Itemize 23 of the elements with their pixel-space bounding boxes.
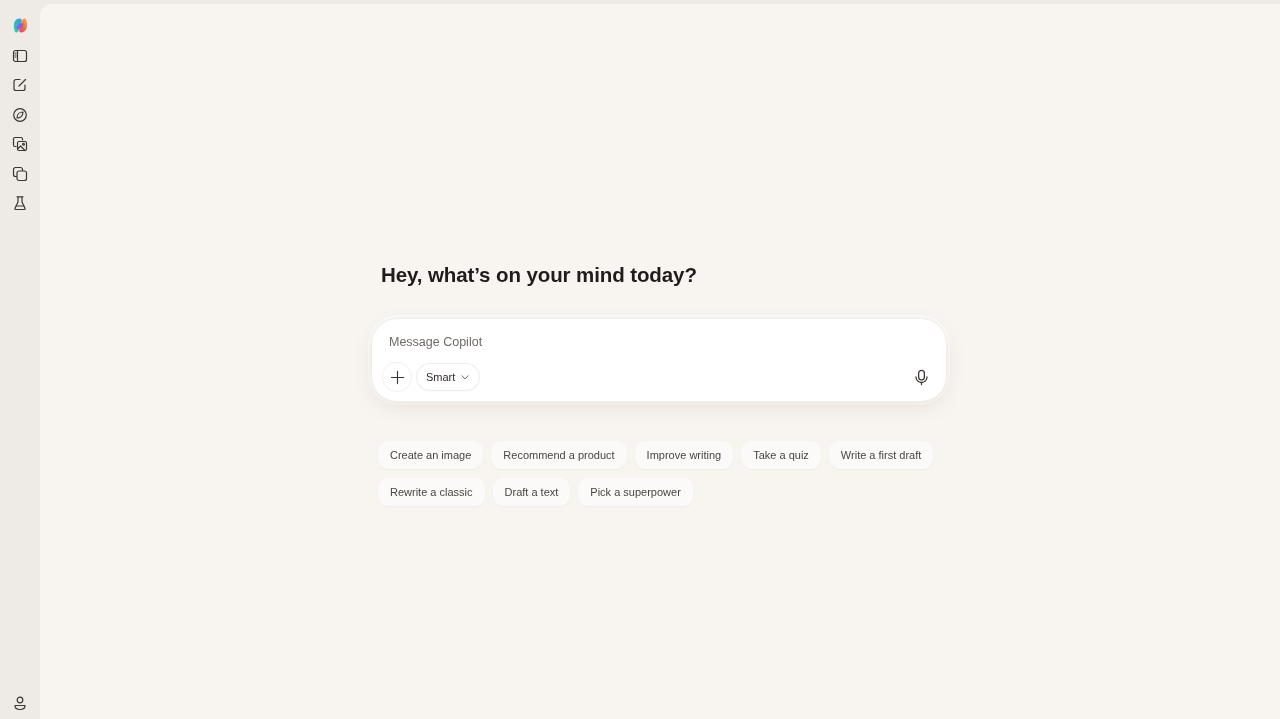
compose-icon[interactable]: [12, 77, 28, 93]
pages-icon[interactable]: [12, 165, 28, 182]
plus-icon: [389, 369, 405, 385]
person-icon[interactable]: [12, 695, 28, 711]
message-input[interactable]: Message Copilot: [383, 332, 935, 352]
suggestion-chip[interactable]: Improve writing: [634, 441, 734, 469]
add-button[interactable]: [383, 363, 411, 391]
suggestion-chip[interactable]: Pick a superpower: [578, 478, 693, 506]
flask-icon[interactable]: [12, 195, 28, 211]
compass-icon[interactable]: [12, 106, 28, 123]
greeting-heading: Hey, what’s on your mind today?: [381, 262, 698, 288]
logo-icon[interactable]: [11, 17, 29, 34]
microphone-icon: [912, 368, 930, 386]
suggestion-chip[interactable]: Recommend a product: [491, 441, 627, 469]
suggestion-chip[interactable]: Rewrite a classic: [378, 478, 485, 506]
caret-icon: [460, 372, 471, 382]
suggestion-chip[interactable]: Write a first draft: [828, 441, 934, 469]
sidebar-icon[interactable]: [12, 47, 28, 64]
images-icon[interactable]: [12, 136, 28, 152]
suggestion-chip[interactable]: Create an image: [378, 441, 484, 469]
mode-dropdown[interactable]: Smart: [417, 364, 480, 390]
suggestion-chip[interactable]: Draft a text: [492, 478, 571, 506]
suggestion-chip[interactable]: Take a quiz: [741, 441, 821, 469]
